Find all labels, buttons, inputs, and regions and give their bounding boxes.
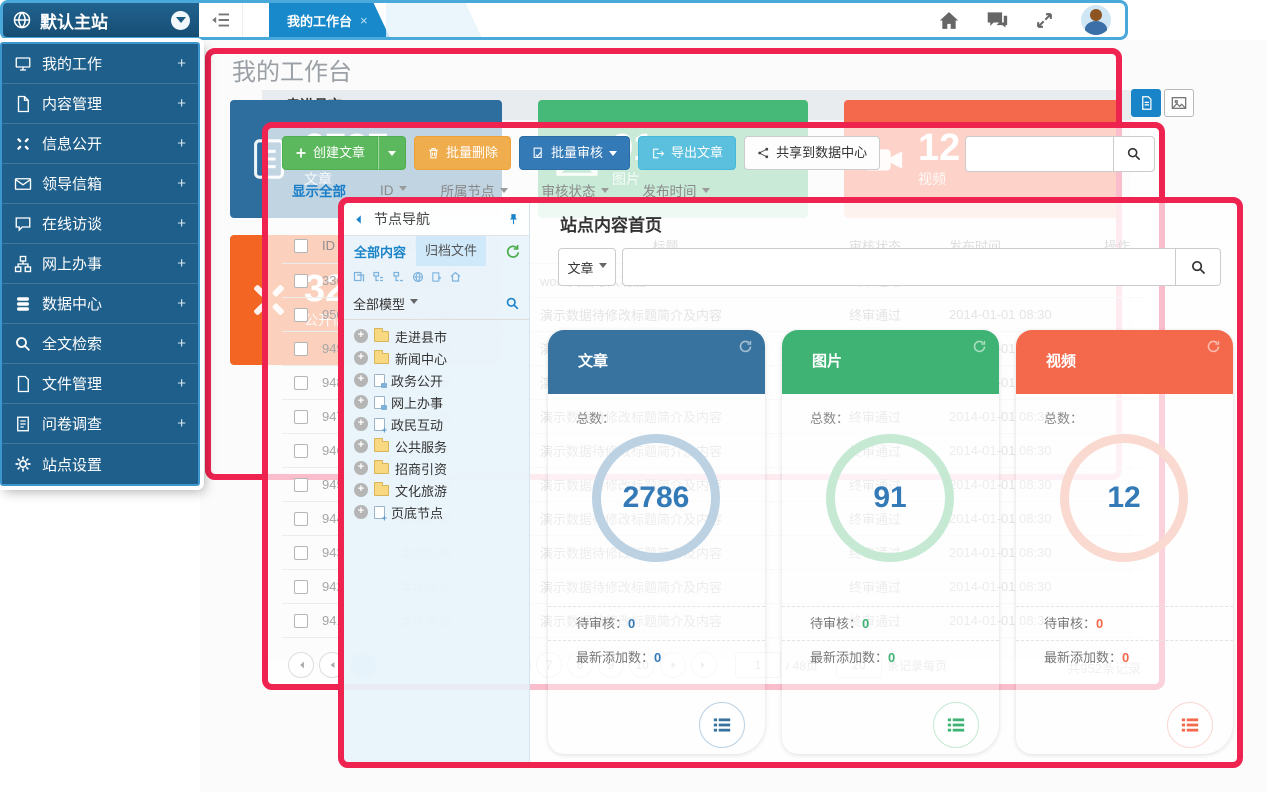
tab-my-workspace[interactable]: 我的工作台× — [269, 3, 390, 37]
user-avatar[interactable] — [1081, 5, 1111, 35]
sitemap-icon — [14, 255, 32, 273]
empty-tab — [386, 3, 482, 37]
sidebar-item-content-management[interactable]: 内容管理+ — [2, 84, 198, 124]
sidebar-item-survey[interactable]: 问卷调查+ — [2, 404, 198, 444]
fullscreen-icon[interactable] — [1035, 11, 1054, 30]
close-tab-icon[interactable]: × — [360, 13, 368, 28]
sidebar-item-my-work[interactable]: 我的工作+ — [2, 44, 198, 84]
database-icon — [14, 295, 32, 313]
list-view-toggle-button[interactable] — [1131, 89, 1161, 117]
sidebar-item-file-management[interactable]: 文件管理+ — [2, 364, 198, 404]
document-view-icon — [1139, 95, 1154, 111]
site-title: 默认主站 — [40, 8, 163, 33]
top-bar: 默认主站 我的工作台× — [0, 0, 1128, 40]
sidebar-item-online-interview[interactable]: 在线访谈+ — [2, 204, 198, 244]
screen: 我的工作台 走进县市 2787文章 91图片 — [0, 0, 1267, 792]
image-view-toggle-button[interactable] — [1164, 89, 1194, 117]
sidebar-item-online-services[interactable]: 网上办事+ — [2, 244, 198, 284]
sidebar-item-info-disclosure[interactable]: 信息公开+ — [2, 124, 198, 164]
highlight-frame-site-content — [338, 197, 1243, 768]
survey-icon — [14, 415, 32, 433]
pinwheel-icon — [14, 135, 32, 153]
chevron-down-icon[interactable] — [171, 11, 190, 30]
file-icon — [14, 375, 32, 393]
sidebar-item-leader-mailbox[interactable]: 领导信箱+ — [2, 164, 198, 204]
document-icon — [14, 95, 32, 113]
home-icon[interactable] — [939, 11, 959, 30]
gear-icon — [14, 455, 32, 473]
tab-strip: 我的工作台× — [243, 3, 939, 37]
menu-toggle-icon[interactable] — [199, 3, 243, 37]
search-icon — [14, 335, 32, 353]
site-switcher[interactable]: 默认主站 — [3, 3, 199, 37]
messages-icon[interactable] — [986, 11, 1008, 29]
sidebar-item-data-center[interactable]: 数据中心+ — [2, 284, 198, 324]
image-view-icon — [1171, 96, 1187, 110]
main-menu: 我的工作+ 内容管理+ 信息公开+ 领导信箱+ 在线访谈+ 网上办事+ 数据中心… — [0, 42, 200, 486]
globe-icon — [12, 10, 32, 30]
sidebar-item-site-settings[interactable]: 站点设置 — [2, 444, 198, 484]
top-actions — [939, 3, 1125, 37]
monitor-icon — [14, 55, 32, 73]
sidebar-item-fulltext-search[interactable]: 全文检索+ — [2, 324, 198, 364]
mail-icon — [14, 175, 32, 193]
chat-bubble-icon — [14, 215, 32, 233]
